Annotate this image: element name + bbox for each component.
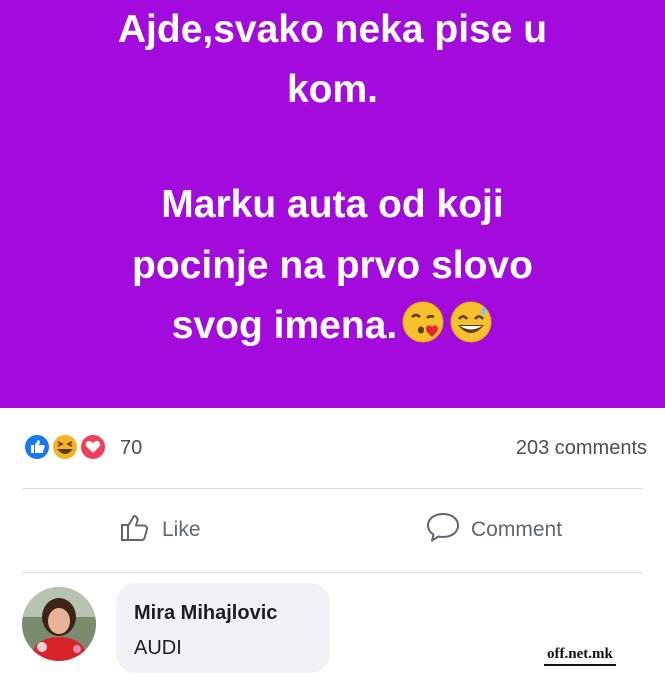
post-text-line: Marku auta od koji xyxy=(161,183,504,226)
comment-author-name[interactable]: Mira Mihajlovic xyxy=(134,602,277,625)
watermark: off.net.mk xyxy=(544,646,616,666)
post-text-line: pocinje na prvo slovo xyxy=(132,244,533,287)
like-icon xyxy=(23,433,51,461)
avatar[interactable] xyxy=(22,587,96,661)
thumbs-up-icon xyxy=(118,510,152,550)
like-button[interactable]: Like xyxy=(118,510,201,550)
post-text-line: Ajde,svako neka pise u xyxy=(117,8,548,51)
comment-item: Mira Mihajlovic AUDI xyxy=(0,583,665,688)
reaction-icons[interactable] xyxy=(22,432,118,462)
reaction-count[interactable]: 70 xyxy=(120,437,142,460)
comment-label: Comment xyxy=(471,518,563,541)
post-text-line: kom. xyxy=(286,68,379,111)
post-banner: Ajde,svako neka pise u kom. Marku auta o… xyxy=(0,0,665,408)
post-text-line-last: svog imena. xyxy=(0,298,665,360)
post-text-line: svog imena. xyxy=(171,304,398,347)
divider xyxy=(22,572,643,573)
comment-text: AUDI xyxy=(134,637,182,659)
comment-bubble: Mira Mihajlovic AUDI xyxy=(116,583,330,673)
comments-count-link[interactable]: 203 comments xyxy=(516,437,647,460)
love-icon xyxy=(79,433,107,461)
grinning-sweat-emoji-icon xyxy=(449,300,493,360)
post-actions-bar: Like Comment xyxy=(0,500,665,560)
kissing-heart-emoji-icon xyxy=(401,300,445,360)
haha-icon xyxy=(51,433,79,461)
post-stats-bar: 70 203 comments xyxy=(0,424,665,474)
speech-bubble-icon xyxy=(425,510,461,550)
comment-button[interactable]: Comment xyxy=(425,510,562,550)
like-label: Like xyxy=(162,518,201,541)
divider xyxy=(22,488,643,489)
